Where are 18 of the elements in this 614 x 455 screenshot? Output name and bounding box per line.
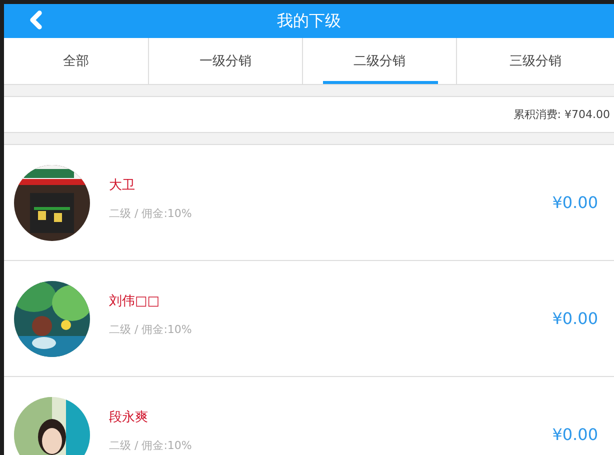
total-spending: 累积消费: ¥704.00	[513, 107, 610, 122]
page-title: 我的下级	[277, 10, 341, 32]
member-name: 大卫	[109, 177, 136, 194]
member-row[interactable]: 刘伟□□ 二级 / 佣金:10% ¥0.00	[4, 261, 614, 377]
member-amount: ¥0.00	[552, 309, 598, 328]
member-name: 刘伟□□	[109, 293, 161, 310]
member-level: 二级 / 佣金:10%	[109, 206, 193, 221]
member-row[interactable]: 大卫 二级 / 佣金:10% ¥0.00	[4, 145, 614, 261]
member-amount: ¥0.00	[552, 193, 598, 212]
member-level: 二级 / 佣金:10%	[109, 322, 193, 337]
tab[interactable]: 三级分销	[456, 38, 614, 84]
tab[interactable]: 二级分销	[302, 38, 456, 84]
member-name: 段永爽	[109, 409, 149, 426]
tab[interactable]: 全部	[4, 38, 148, 84]
member-level: 二级 / 佣金:10%	[109, 438, 193, 453]
member-row[interactable]: 段永爽 二级 / 佣金:10% ¥0.00	[4, 377, 614, 455]
tab[interactable]: 一级分销	[148, 38, 302, 84]
member-amount: ¥0.00	[552, 425, 598, 444]
